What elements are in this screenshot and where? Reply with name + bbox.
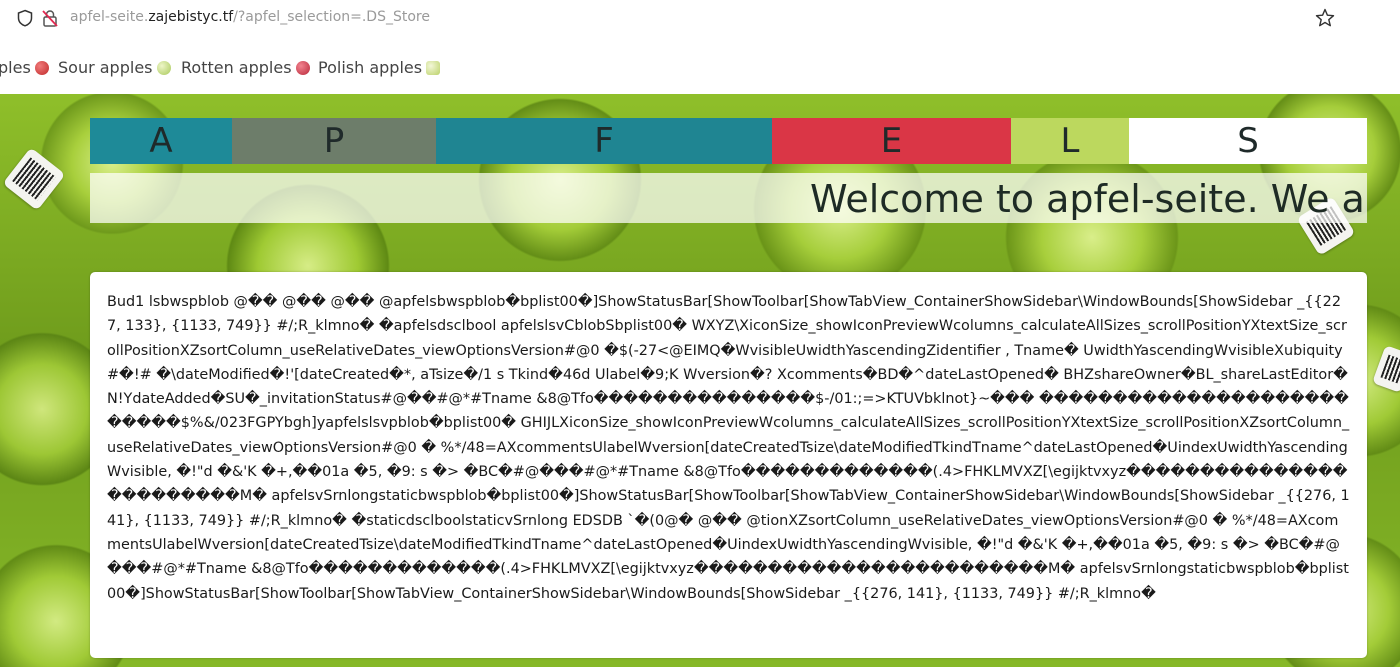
bookmark-apples[interactable]: ples: [0, 58, 49, 77]
file-content-card: Bud1 lsbwspblob @�� @�� @�� @apfelsbwspb…: [90, 272, 1367, 658]
banner-letter-a: A: [90, 118, 232, 164]
bookmark-label: Sour apples: [58, 58, 153, 77]
banner-letter-p: P: [232, 118, 436, 164]
url-path: /?apfel_selection=.DS_Store: [233, 9, 430, 25]
bookmark-label: ples: [0, 58, 31, 77]
banner-letter-f: F: [436, 118, 772, 164]
rotten-apple-icon: [295, 60, 310, 75]
browser-url-bar[interactable]: apfel-seite.zajebistyc.tf/?apfel_selecti…: [0, 0, 1400, 37]
apple-sticker: [1372, 345, 1400, 393]
bookmark-label: Polish apples: [318, 58, 423, 77]
bookmarks-toolbar: ples Sour apples Rotten apples Polish ap…: [0, 36, 1400, 94]
url-prefix: apfel-seite.: [70, 9, 149, 25]
apple-sticker: [2, 147, 66, 211]
apfels-banner: A P F E L S: [90, 118, 1367, 164]
bookmark-star-icon[interactable]: [1314, 7, 1336, 29]
banner-letter-e: E: [772, 118, 1011, 164]
bookmark-polish-apples[interactable]: Polish apples: [318, 58, 441, 77]
shield-icon[interactable]: [16, 9, 34, 27]
welcome-marquee: Welcome to apfel-seite. We a: [792, 173, 1367, 223]
url-host: zajebistyc.tf: [148, 9, 234, 25]
bookmark-rotten-apples[interactable]: Rotten apples: [181, 58, 310, 77]
green-apple-icon: [156, 60, 171, 75]
banner-letter-s: S: [1129, 118, 1367, 164]
welcome-text: Welcome to apfel-seite. We a: [810, 177, 1365, 221]
polish-apple-icon: [426, 60, 441, 75]
insecure-lock-icon[interactable]: [40, 8, 60, 28]
red-apple-icon: [34, 60, 49, 75]
bookmark-label: Rotten apples: [181, 58, 292, 77]
banner-letter-l: L: [1011, 118, 1129, 164]
bookmark-sour-apples[interactable]: Sour apples: [58, 58, 171, 77]
ds-store-dump-text: Bud1 lsbwspblob @�� @�� @�� @apfelsbwspb…: [107, 294, 1350, 602]
url-text[interactable]: apfel-seite.zajebistyc.tf/?apfel_selecti…: [70, 9, 430, 25]
welcome-strip-left: [90, 173, 792, 223]
